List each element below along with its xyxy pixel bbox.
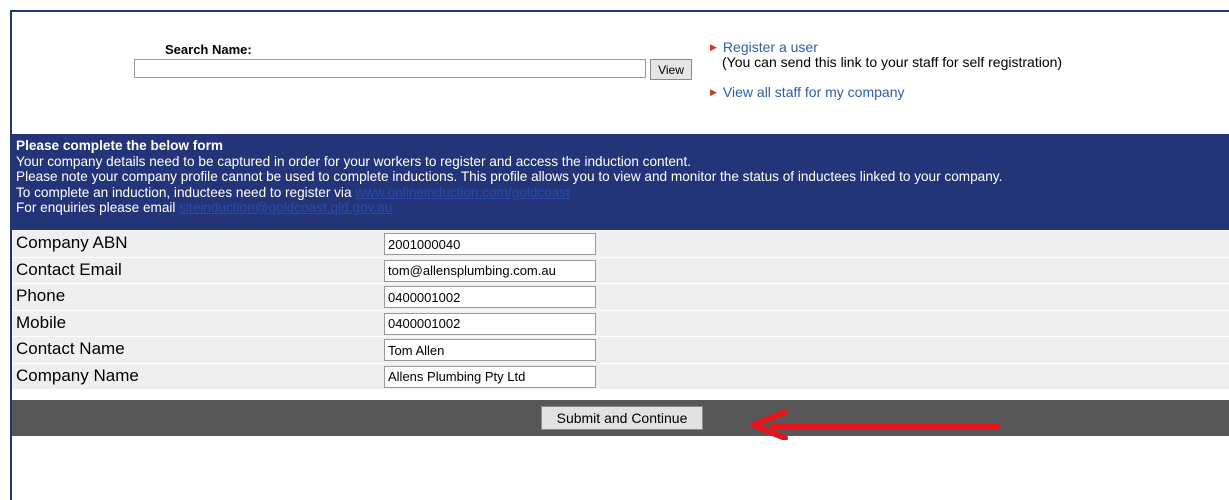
company-links: ▶ Register a user (You can send this lin… [710, 39, 1062, 100]
phone-label: Phone [16, 286, 66, 305]
triangle-right-icon: ▶ [710, 41, 717, 52]
register-user-link-row: ▶ Register a user [710, 39, 1062, 55]
search-name-input[interactable] [134, 59, 646, 78]
form-row-company-abn: Company ABN [12, 231, 1229, 258]
form-row-mobile: Mobile [12, 310, 1229, 337]
company-form: Company ABN Contact Email Phone Mobile C… [12, 231, 1229, 390]
info-line-3-text: To complete an induction, inductees need… [16, 184, 352, 200]
company-abn-input[interactable] [384, 233, 596, 255]
contact-name-label: Contact Name [16, 339, 125, 358]
mobile-label: Mobile [16, 312, 67, 332]
search-name-label: Search Name: [165, 42, 252, 57]
info-heading: Please complete the below form [16, 138, 223, 153]
red-arrow-left-icon [750, 409, 1000, 440]
enquiry-email-link[interactable]: siteinduction@goldcoast.qld.gov.au [179, 200, 392, 215]
company-abn-label: Company ABN [16, 233, 128, 252]
register-note: (You can send this link to your staff fo… [722, 54, 1063, 70]
contact-email-label: Contact Email [16, 259, 122, 279]
view-staff-link-row: ▶ View all staff for my company [710, 84, 1062, 100]
form-row-phone: Phone [12, 284, 1229, 311]
info-line-2: Please note your company profile cannot … [16, 169, 1003, 184]
phone-input[interactable] [384, 286, 596, 308]
induction-site-link[interactable]: www.onlineinduction.com/goldcoast [355, 185, 570, 200]
view-button[interactable]: View [650, 59, 692, 80]
info-line-4: For enquiries please email siteinduction… [16, 200, 1229, 216]
info-line-1: Your company details need to be captured… [16, 153, 692, 169]
triangle-right-icon: ▶ [710, 86, 717, 97]
info-line-4-text: For enquiries please email [16, 200, 176, 215]
form-row-contact-email: Contact Email [12, 257, 1229, 284]
contact-email-input[interactable] [384, 259, 596, 282]
submit-and-continue-button[interactable]: Submit and Continue [541, 406, 703, 430]
register-user-link[interactable]: Register a user [723, 39, 818, 55]
company-name-label: Company Name [16, 365, 139, 385]
info-panel: Please complete the below form Your comp… [12, 134, 1229, 230]
company-name-input[interactable] [384, 365, 596, 388]
view-all-staff-link[interactable]: View all staff for my company [723, 84, 905, 100]
mobile-input[interactable] [384, 312, 596, 335]
submit-bar: Submit and Continue [12, 400, 1229, 436]
form-row-contact-name: Contact Name [12, 337, 1229, 364]
contact-name-input[interactable] [384, 339, 596, 361]
info-line-3: To complete an induction, inductees need… [16, 185, 1229, 201]
search-block: Search Name: View [134, 42, 694, 82]
form-row-company-name: Company Name [12, 363, 1229, 390]
